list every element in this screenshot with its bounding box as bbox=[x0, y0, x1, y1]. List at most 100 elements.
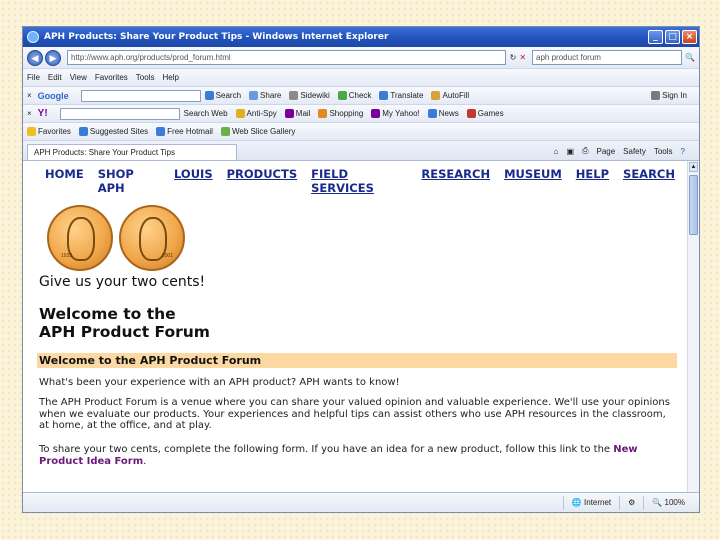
feeds-icon[interactable]: ▣ bbox=[567, 147, 575, 156]
google-check-label: Check bbox=[348, 91, 372, 100]
google-autofill-label: AutoFill bbox=[442, 91, 470, 100]
web-slice-gallery-link[interactable]: Web Slice Gallery bbox=[220, 127, 296, 136]
zoom-icon: 🔍 bbox=[652, 497, 663, 507]
forward-icon[interactable]: ▶ bbox=[45, 49, 61, 66]
globe-icon: 🌐 bbox=[571, 497, 582, 507]
nav-search[interactable]: SEARCH bbox=[623, 167, 675, 195]
address-bar-row: ◀ ▶ http://www.aph.org/products/prod_for… bbox=[23, 47, 699, 69]
menu-edit[interactable]: Edit bbox=[48, 73, 62, 82]
page-title-line1: Welcome to the bbox=[39, 305, 176, 323]
protected-mode-icon[interactable]: ⚙ bbox=[619, 495, 643, 510]
suggested-sites-label: Suggested Sites bbox=[89, 127, 149, 136]
page-menu[interactable]: Page bbox=[596, 147, 615, 156]
page-title: Welcome to the APH Product Forum bbox=[39, 305, 210, 341]
zoom-level: 100% bbox=[664, 497, 685, 507]
google-check-button[interactable]: Check bbox=[337, 91, 372, 100]
nav-museum[interactable]: MUSEUM bbox=[504, 167, 562, 195]
nav-shop-aph[interactable]: SHOP APH bbox=[98, 167, 160, 195]
tab-row: APH Products: Share Your Product Tips ⌂ … bbox=[23, 141, 699, 161]
yahoo-news-label: News bbox=[438, 109, 459, 118]
yahoo-antispy-label: Anti-Spy bbox=[246, 109, 277, 118]
free-hotmail-label: Free Hotmail bbox=[167, 127, 213, 136]
forum-description: The APH Product Forum is a venue where y… bbox=[39, 397, 670, 431]
menu-tools[interactable]: Tools bbox=[136, 73, 155, 82]
section-heading: Welcome to the APH Product Forum bbox=[37, 353, 677, 368]
yahoo-news-button[interactable]: News bbox=[427, 109, 459, 118]
favorites-button[interactable]: Favorites bbox=[27, 127, 71, 136]
google-signin-button[interactable]: Sign In bbox=[651, 91, 687, 100]
google-share-button[interactable]: Share bbox=[249, 91, 281, 100]
search-icon[interactable]: 🔍 bbox=[685, 53, 695, 62]
yahoo-games-button[interactable]: Games bbox=[466, 109, 504, 118]
title-bar: APH Products: Share Your Product Tips - … bbox=[23, 27, 699, 47]
google-sidewiki-button[interactable]: Sidewiki bbox=[289, 91, 330, 100]
close-button[interactable]: × bbox=[682, 30, 697, 44]
google-search-button[interactable]: Search bbox=[204, 91, 242, 100]
myyahoo-icon bbox=[371, 109, 381, 118]
nav-home[interactable]: HOME bbox=[45, 167, 84, 195]
vertical-scrollbar[interactable]: ▲ bbox=[687, 161, 699, 494]
nav-field-services[interactable]: FIELD SERVICES bbox=[311, 167, 407, 195]
google-signin-label: Sign In bbox=[662, 91, 687, 100]
tab-aph-products[interactable]: APH Products: Share Your Product Tips bbox=[27, 144, 237, 160]
help-icon[interactable]: ? bbox=[681, 147, 685, 156]
google-sidewiki-label: Sidewiki bbox=[300, 91, 330, 100]
wrench-icon bbox=[651, 91, 661, 100]
home-icon[interactable]: ⌂ bbox=[554, 147, 559, 156]
nav-research[interactable]: RESEARCH bbox=[421, 167, 490, 195]
antispy-icon bbox=[235, 109, 245, 118]
yahoo-antispy-button[interactable]: Anti-Spy bbox=[235, 109, 277, 118]
maximize-button[interactable]: □ bbox=[665, 30, 680, 44]
yahoo-mail-label: Mail bbox=[295, 109, 311, 118]
news-icon bbox=[427, 109, 437, 118]
tools-menu[interactable]: Tools bbox=[654, 147, 673, 156]
yahoo-logo: Y! bbox=[37, 108, 48, 119]
menu-view[interactable]: View bbox=[70, 73, 87, 82]
web-slice-gallery-label: Web Slice Gallery bbox=[231, 127, 296, 136]
address-input[interactable]: http://www.aph.org/products/prod_forum.h… bbox=[67, 50, 506, 65]
yahoo-shopping-button[interactable]: Shopping bbox=[318, 109, 363, 118]
scroll-up-icon[interactable]: ▲ bbox=[689, 162, 698, 172]
internet-zone: 🌐 Internet bbox=[562, 495, 619, 510]
favorites-label: Favorites bbox=[38, 127, 71, 136]
scroll-thumb[interactable] bbox=[689, 175, 698, 235]
share-icon bbox=[249, 91, 259, 100]
menu-favorites[interactable]: Favorites bbox=[95, 73, 128, 82]
nav-louis[interactable]: LOUIS bbox=[174, 167, 213, 195]
nav-products[interactable]: PRODUCTS bbox=[227, 167, 298, 195]
menu-file[interactable]: File bbox=[27, 73, 40, 82]
safety-menu[interactable]: Safety bbox=[623, 147, 646, 156]
mail-icon bbox=[284, 109, 294, 118]
free-hotmail-link[interactable]: Free Hotmail bbox=[156, 127, 213, 136]
tab-label: APH Products: Share Your Product Tips bbox=[34, 148, 175, 157]
games-icon bbox=[466, 109, 476, 118]
ie-page-icon bbox=[156, 127, 166, 136]
shopping-icon bbox=[318, 109, 328, 118]
yahoo-search-web-button[interactable]: Search Web bbox=[184, 109, 228, 118]
google-autofill-button[interactable]: AutoFill bbox=[431, 91, 469, 100]
google-translate-button[interactable]: Translate bbox=[379, 91, 423, 100]
yahoo-myyahoo-label: My Yahoo! bbox=[382, 109, 420, 118]
toolbar-close-icon[interactable]: × bbox=[27, 91, 32, 100]
nav-help[interactable]: HELP bbox=[576, 167, 609, 195]
page-title-line2: APH Product Forum bbox=[39, 323, 210, 341]
stop-icon[interactable]: ✕ bbox=[519, 53, 526, 62]
minimize-button[interactable]: _ bbox=[648, 30, 663, 44]
google-search-input[interactable] bbox=[80, 89, 201, 102]
refresh-icon[interactable]: ↻ bbox=[510, 53, 517, 62]
menu-help[interactable]: Help bbox=[162, 73, 178, 82]
yahoo-games-label: Games bbox=[477, 109, 504, 118]
yahoo-mail-button[interactable]: Mail bbox=[284, 109, 311, 118]
back-icon[interactable]: ◀ bbox=[27, 49, 43, 66]
zoom-control[interactable]: 🔍 100% bbox=[643, 495, 693, 510]
yahoo-search-input[interactable] bbox=[59, 107, 180, 120]
coin-year: 1933 bbox=[61, 253, 73, 259]
status-bar: 🌐 Internet ⚙ 🔍 100% bbox=[23, 492, 699, 512]
print-icon[interactable]: ⎙ bbox=[582, 146, 588, 156]
toolbar-close-icon[interactable]: × bbox=[27, 109, 32, 118]
yahoo-myyahoo-button[interactable]: My Yahoo! bbox=[371, 109, 420, 118]
suggested-sites-link[interactable]: Suggested Sites bbox=[78, 127, 149, 136]
google-search-label: Search bbox=[215, 91, 242, 100]
penny-image: 1933 bbox=[47, 205, 113, 271]
search-input[interactable]: aph product forum bbox=[532, 50, 683, 65]
